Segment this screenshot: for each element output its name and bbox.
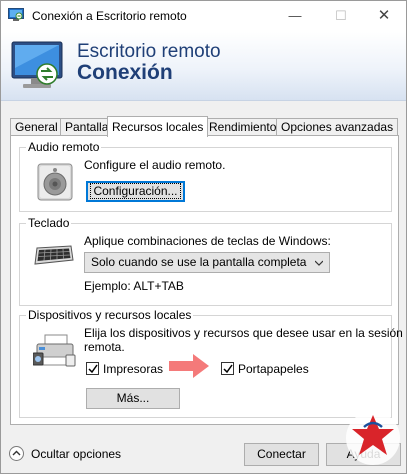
tab-general[interactable]: General: [10, 118, 63, 136]
minimize-button[interactable]: —: [273, 1, 317, 32]
remote-desktop-logo-icon: [11, 41, 63, 88]
callout-arrow-icon: [169, 354, 209, 378]
keyboard-icon: [34, 245, 74, 265]
banner-subtitle: Escritorio remoto: [77, 41, 221, 62]
tab-opciones-avanzadas[interactable]: Opciones avanzadas: [276, 118, 399, 136]
keyboard-combo-value: Solo cuando se use la pantalla completa: [91, 255, 307, 269]
header-banner: Escritorio remoto Conexión: [1, 32, 406, 101]
rdp-window: Conexión a Escritorio remoto — ☐ ✕ Escri…: [0, 0, 407, 474]
printers-label[interactable]: Impresoras: [103, 362, 163, 376]
window-title: Conexión a Escritorio remoto: [32, 9, 187, 23]
remote-desktop-app-icon: [8, 8, 24, 21]
printers-checkbox[interactable]: [86, 362, 99, 375]
keyboard-combo-select[interactable]: Solo cuando se use la pantalla completa: [84, 252, 330, 273]
tab-rendimiento[interactable]: Rendimiento: [204, 118, 282, 136]
title-bar[interactable]: Conexión a Escritorio remoto — ☐ ✕: [1, 1, 406, 32]
watermark-logo-icon: [346, 411, 400, 465]
keyboard-legend: Teclado: [28, 216, 70, 230]
tab-panel-recursos-locales: Audio remoto Configure el audio remoto. …: [10, 135, 403, 425]
audio-description: Configure el audio remoto.: [84, 158, 226, 172]
speaker-icon: [37, 163, 73, 201]
checkmark-icon: [88, 364, 98, 374]
more-devices-button[interactable]: Más...: [86, 388, 180, 409]
printer-devices-icon: [33, 334, 76, 367]
devices-description-line1: Elija los dispositivos y recursos que de…: [84, 326, 403, 340]
audio-configure-label: Configuración...: [90, 183, 181, 199]
audio-legend: Audio remoto: [28, 140, 100, 154]
clipboard-label[interactable]: Portapapeles: [238, 362, 309, 376]
connect-button[interactable]: Conectar: [244, 443, 319, 466]
hide-options-link[interactable]: Ocultar opciones: [31, 447, 121, 461]
close-button[interactable]: ✕: [362, 1, 406, 32]
tab-recursos-locales[interactable]: Recursos locales: [107, 116, 209, 137]
devices-description-line2: remota.: [84, 340, 125, 354]
devices-legend: Dispositivos y recursos locales: [28, 308, 192, 322]
tab-pantalla[interactable]: Pantalla: [60, 118, 114, 136]
clipboard-checkbox[interactable]: [221, 362, 234, 375]
checkmark-icon: [223, 364, 233, 374]
keyboard-example: Ejemplo: ALT+TAB: [84, 279, 184, 293]
audio-configure-button[interactable]: Configuración...: [86, 181, 185, 202]
keyboard-description: Aplique combinaciones de teclas de Windo…: [84, 234, 331, 248]
chevron-down-icon: [315, 260, 323, 266]
maximize-button[interactable]: ☐: [319, 1, 363, 32]
banner-title: Conexión: [77, 61, 173, 84]
collapse-options-icon[interactable]: [9, 446, 24, 461]
